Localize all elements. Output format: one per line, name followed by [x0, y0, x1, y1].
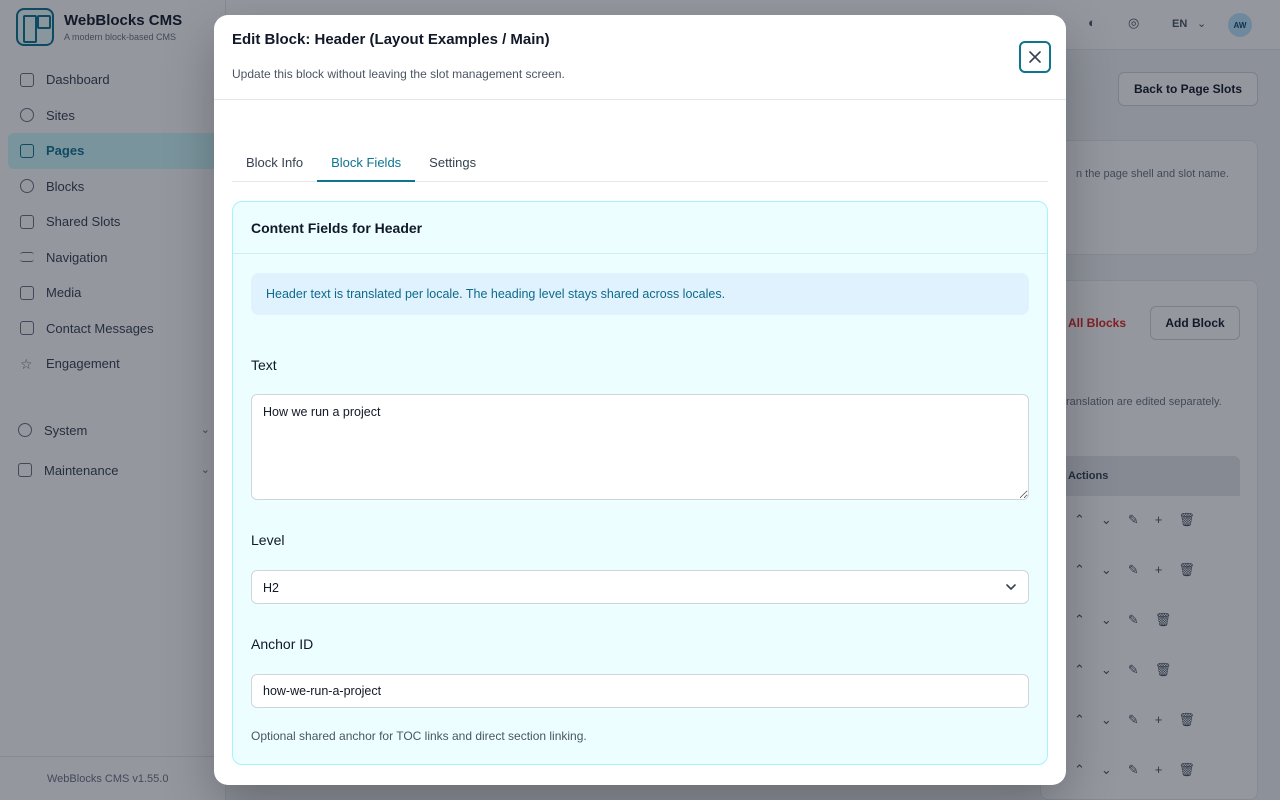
- tab-block-info[interactable]: Block Info: [232, 147, 317, 182]
- modal-title: Edit Block: Header (Layout Examples / Ma…: [232, 31, 550, 48]
- level-select-value: H2: [263, 581, 279, 595]
- content-fields-panel: Content Fields for Header Header text is…: [232, 201, 1048, 765]
- modal-header: Edit Block: Header (Layout Examples / Ma…: [214, 15, 1066, 100]
- modal-description: Update this block without leaving the sl…: [232, 67, 565, 81]
- level-field-label: Level: [251, 532, 285, 548]
- anchor-id-field-label: Anchor ID: [251, 636, 314, 652]
- tab-block-fields[interactable]: Block Fields: [317, 147, 416, 182]
- text-field-label: Text: [251, 357, 277, 373]
- close-icon: [1029, 51, 1041, 63]
- edit-block-modal: Edit Block: Header (Layout Examples / Ma…: [214, 15, 1066, 785]
- chevron-down-icon: [1006, 584, 1016, 590]
- anchor-id-help-text: Optional shared anchor for TOC links and…: [251, 729, 587, 743]
- panel-heading: Content Fields for Header: [233, 202, 1047, 254]
- info-alert: Header text is translated per locale. Th…: [251, 273, 1029, 315]
- modal-tabs: Block Info Block Fields Settings: [232, 147, 1048, 182]
- tab-settings[interactable]: Settings: [415, 147, 490, 182]
- close-button[interactable]: [1019, 41, 1051, 73]
- text-field[interactable]: How we run a project: [251, 394, 1029, 500]
- anchor-id-input[interactable]: [251, 674, 1029, 708]
- level-select[interactable]: H2: [251, 570, 1029, 604]
